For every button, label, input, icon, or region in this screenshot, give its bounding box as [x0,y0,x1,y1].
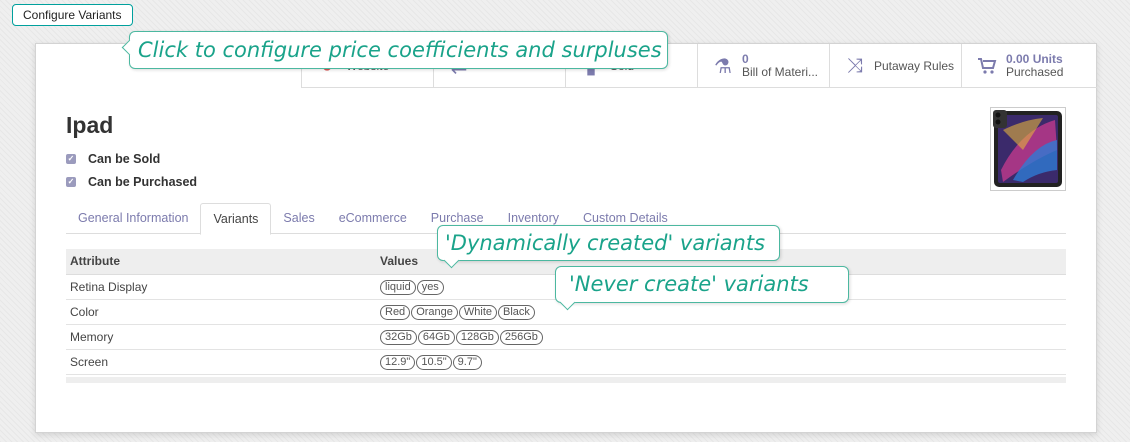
attribute-cell: Color [66,299,376,325]
tab-variants[interactable]: Variants [200,203,272,235]
tab-sales[interactable]: Sales [271,203,326,233]
table-row[interactable]: Screen 12.9" 10.5" 9.7" [66,349,1066,375]
putaway-label: Putaway Rules [874,58,955,73]
putaway-rules-smart-button[interactable]: ⤨ Putaway Rules [829,44,961,88]
checkbox-checked-icon: ✓ [66,177,76,187]
value-tag: 64Gb [417,329,455,345]
configure-variants-button[interactable]: Configure Variants [12,4,133,26]
attribute-cell: Screen [66,349,376,375]
value-tag: 9.7" [452,354,482,370]
value-tag: 256Gb [499,329,543,345]
value-tag: White [458,304,498,320]
flask-icon: ⚗ [714,55,732,78]
purchased-label: Purchased [1006,65,1064,79]
can-be-sold-checkbox[interactable]: ✓ Can be Sold [66,152,160,166]
can-be-purchased-checkbox[interactable]: ✓ Can be Purchased [66,175,197,189]
table-footer-bar [66,377,1066,383]
value-tag: 12.9" [380,354,416,370]
purchased-smart-button[interactable]: 0.00 Units Purchased [961,44,1093,88]
product-image[interactable] [990,107,1066,191]
can-be-purchased-label: Can be Purchased [88,175,198,189]
bill-of-materials-smart-button[interactable]: ⚗ 0 Bill of Materi... [697,44,829,88]
value-tag: Orange [411,304,458,320]
table-row[interactable]: Memory 32Gb 64Gb 128Gb 256Gb [66,324,1066,350]
dynamic-variants-callout: 'Dynamically created' variants [437,225,780,261]
value-tag: Black [498,304,535,320]
value-tag: Red [380,304,411,320]
values-cell[interactable]: 12.9" 10.5" 9.7" [376,349,1066,375]
value-tag: 32Gb [380,329,417,345]
bom-label: Bill of Materi... [742,65,819,79]
values-cell[interactable]: 32Gb 64Gb 128Gb 256Gb [376,324,1066,350]
product-title: Ipad [66,112,114,138]
random-icon: ⤨ [847,54,863,77]
tab-ecommerce[interactable]: eCommerce [327,203,419,233]
value-tag: liquid [380,279,416,295]
cart-icon [974,53,1000,79]
value-tag: yes [416,279,444,295]
top-control-bar: Configure Variants [0,0,1130,30]
can-be-sold-label: Can be Sold [88,152,161,166]
attribute-cell: Memory [66,324,376,350]
checkbox-checked-icon: ✓ [66,154,76,164]
never-create-callout: 'Never create' variants [555,266,849,303]
attribute-cell: Retina Display [66,274,376,300]
value-tag: 128Gb [455,329,499,345]
column-header-attribute: Attribute [66,249,376,275]
configure-callout: Click to configure price coefficients an… [129,31,668,69]
tab-general-information[interactable]: General Information [66,203,200,233]
value-tag: 10.5" [416,354,452,370]
